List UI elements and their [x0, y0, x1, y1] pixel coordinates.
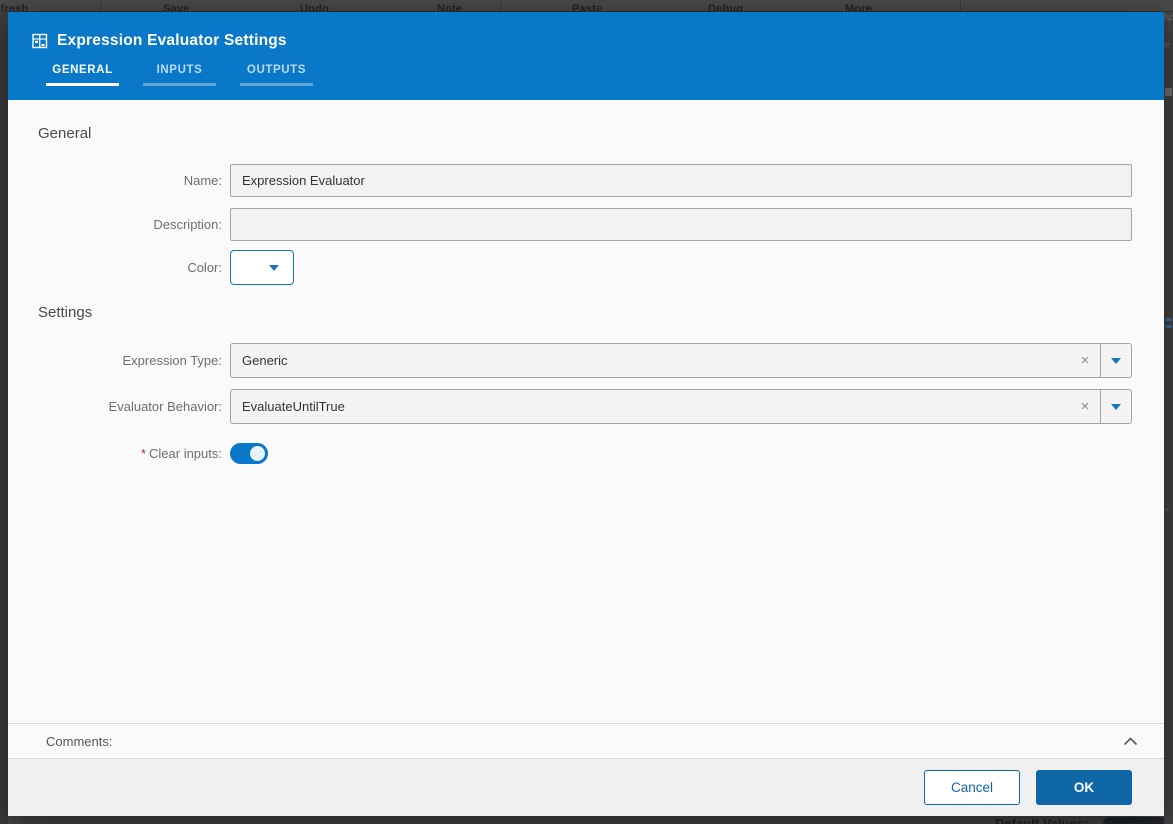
- comments-collapse-button[interactable]: [1123, 736, 1138, 746]
- chevron-down-icon: [1111, 357, 1121, 364]
- general-section-heading: General: [38, 125, 92, 142]
- evaluator-behavior-value: EvaluateUntilTrue: [242, 399, 345, 414]
- bg-toolbar-label: More: [845, 3, 873, 12]
- bg-toolbar-label: Save: [163, 3, 190, 12]
- name-input[interactable]: [230, 164, 1132, 197]
- dialog-title: Expression Evaluator Settings: [57, 32, 287, 49]
- cancel-button[interactable]: Cancel: [924, 770, 1020, 805]
- clear-value-icon[interactable]: ×: [1070, 344, 1100, 377]
- dialog-tabs: GENERAL INPUTS OUTPUTS: [46, 64, 313, 86]
- dialog-header: Expression Evaluator Settings GENERAL IN…: [8, 12, 1164, 100]
- clear-inputs-label: * Clear inputs:: [140, 445, 222, 461]
- evaluator-behavior-label: Evaluator Behavior:: [108, 399, 222, 414]
- tab-outputs[interactable]: OUTPUTS: [240, 64, 313, 86]
- clear-value-icon[interactable]: ×: [1070, 390, 1100, 423]
- description-label: Description:: [153, 217, 222, 232]
- bg-bottom-label: Default Values:: [995, 816, 1089, 824]
- comments-bar[interactable]: Comments:: [8, 723, 1164, 759]
- toggle-knob: [250, 445, 265, 461]
- screen: Refresh Save Undo Note Paste Debug More …: [0, 0, 1173, 824]
- dialog-footer: Cancel OK: [8, 759, 1164, 816]
- dimmed-background-right: NS e ×: [1164, 12, 1173, 824]
- toolbar-separator: [960, 0, 961, 11]
- evaluator-behavior-caret-button[interactable]: [1100, 390, 1131, 423]
- expression-type-dropdown[interactable]: Generic ×: [230, 343, 1132, 378]
- expression-grid-icon: [32, 33, 48, 49]
- expression-evaluator-settings-dialog: Expression Evaluator Settings GENERAL IN…: [8, 12, 1164, 816]
- tab-inputs[interactable]: INPUTS: [143, 64, 216, 86]
- required-marker: *: [140, 445, 147, 461]
- name-label: Name:: [183, 173, 222, 188]
- chevron-up-icon: [1123, 736, 1138, 745]
- toolbar-separator: [500, 0, 501, 11]
- expression-type-value: Generic: [242, 353, 288, 368]
- bg-fragment-shape: [1165, 88, 1172, 96]
- bg-toolbar-label: Refresh: [0, 3, 29, 12]
- tab-general[interactable]: GENERAL: [46, 64, 119, 86]
- chevron-down-icon: [269, 264, 279, 271]
- clear-inputs-toggle[interactable]: [230, 442, 268, 464]
- bg-toolbar-label: Debug: [708, 3, 744, 12]
- evaluator-behavior-dropdown[interactable]: EvaluateUntilTrue ×: [230, 389, 1132, 424]
- dimmed-background-toolbar: Refresh Save Undo Note Paste Debug More: [0, 0, 1173, 12]
- bg-fragment-shape: [1165, 318, 1172, 321]
- expression-type-caret-button[interactable]: [1100, 344, 1131, 377]
- bg-fragment-shape: [1103, 817, 1164, 824]
- bg-toolbar-label: Note: [437, 3, 463, 12]
- color-dropdown[interactable]: [230, 250, 294, 285]
- bg-toolbar-label: Undo: [300, 3, 329, 12]
- dialog-body: General Name: Description: Color:: [8, 100, 1164, 723]
- toolbar-separator: [100, 0, 101, 11]
- color-label: Color:: [187, 260, 222, 275]
- settings-section-heading: Settings: [38, 304, 93, 321]
- bg-fragment-text: NS: [1164, 13, 1173, 24]
- expression-type-label: Expression Type:: [122, 353, 222, 368]
- bg-fragment-shape: [1165, 325, 1172, 328]
- ok-button[interactable]: OK: [1036, 770, 1132, 805]
- comments-label: Comments:: [46, 733, 113, 749]
- chevron-down-icon: [1111, 403, 1121, 410]
- bg-toolbar-label: Paste: [572, 3, 603, 12]
- bg-fragment-text: e: [1164, 40, 1170, 51]
- description-input[interactable]: [230, 208, 1132, 241]
- bg-fragment-text: ×: [1164, 505, 1170, 516]
- dimmed-background-bottom: Default Values:: [8, 816, 1164, 824]
